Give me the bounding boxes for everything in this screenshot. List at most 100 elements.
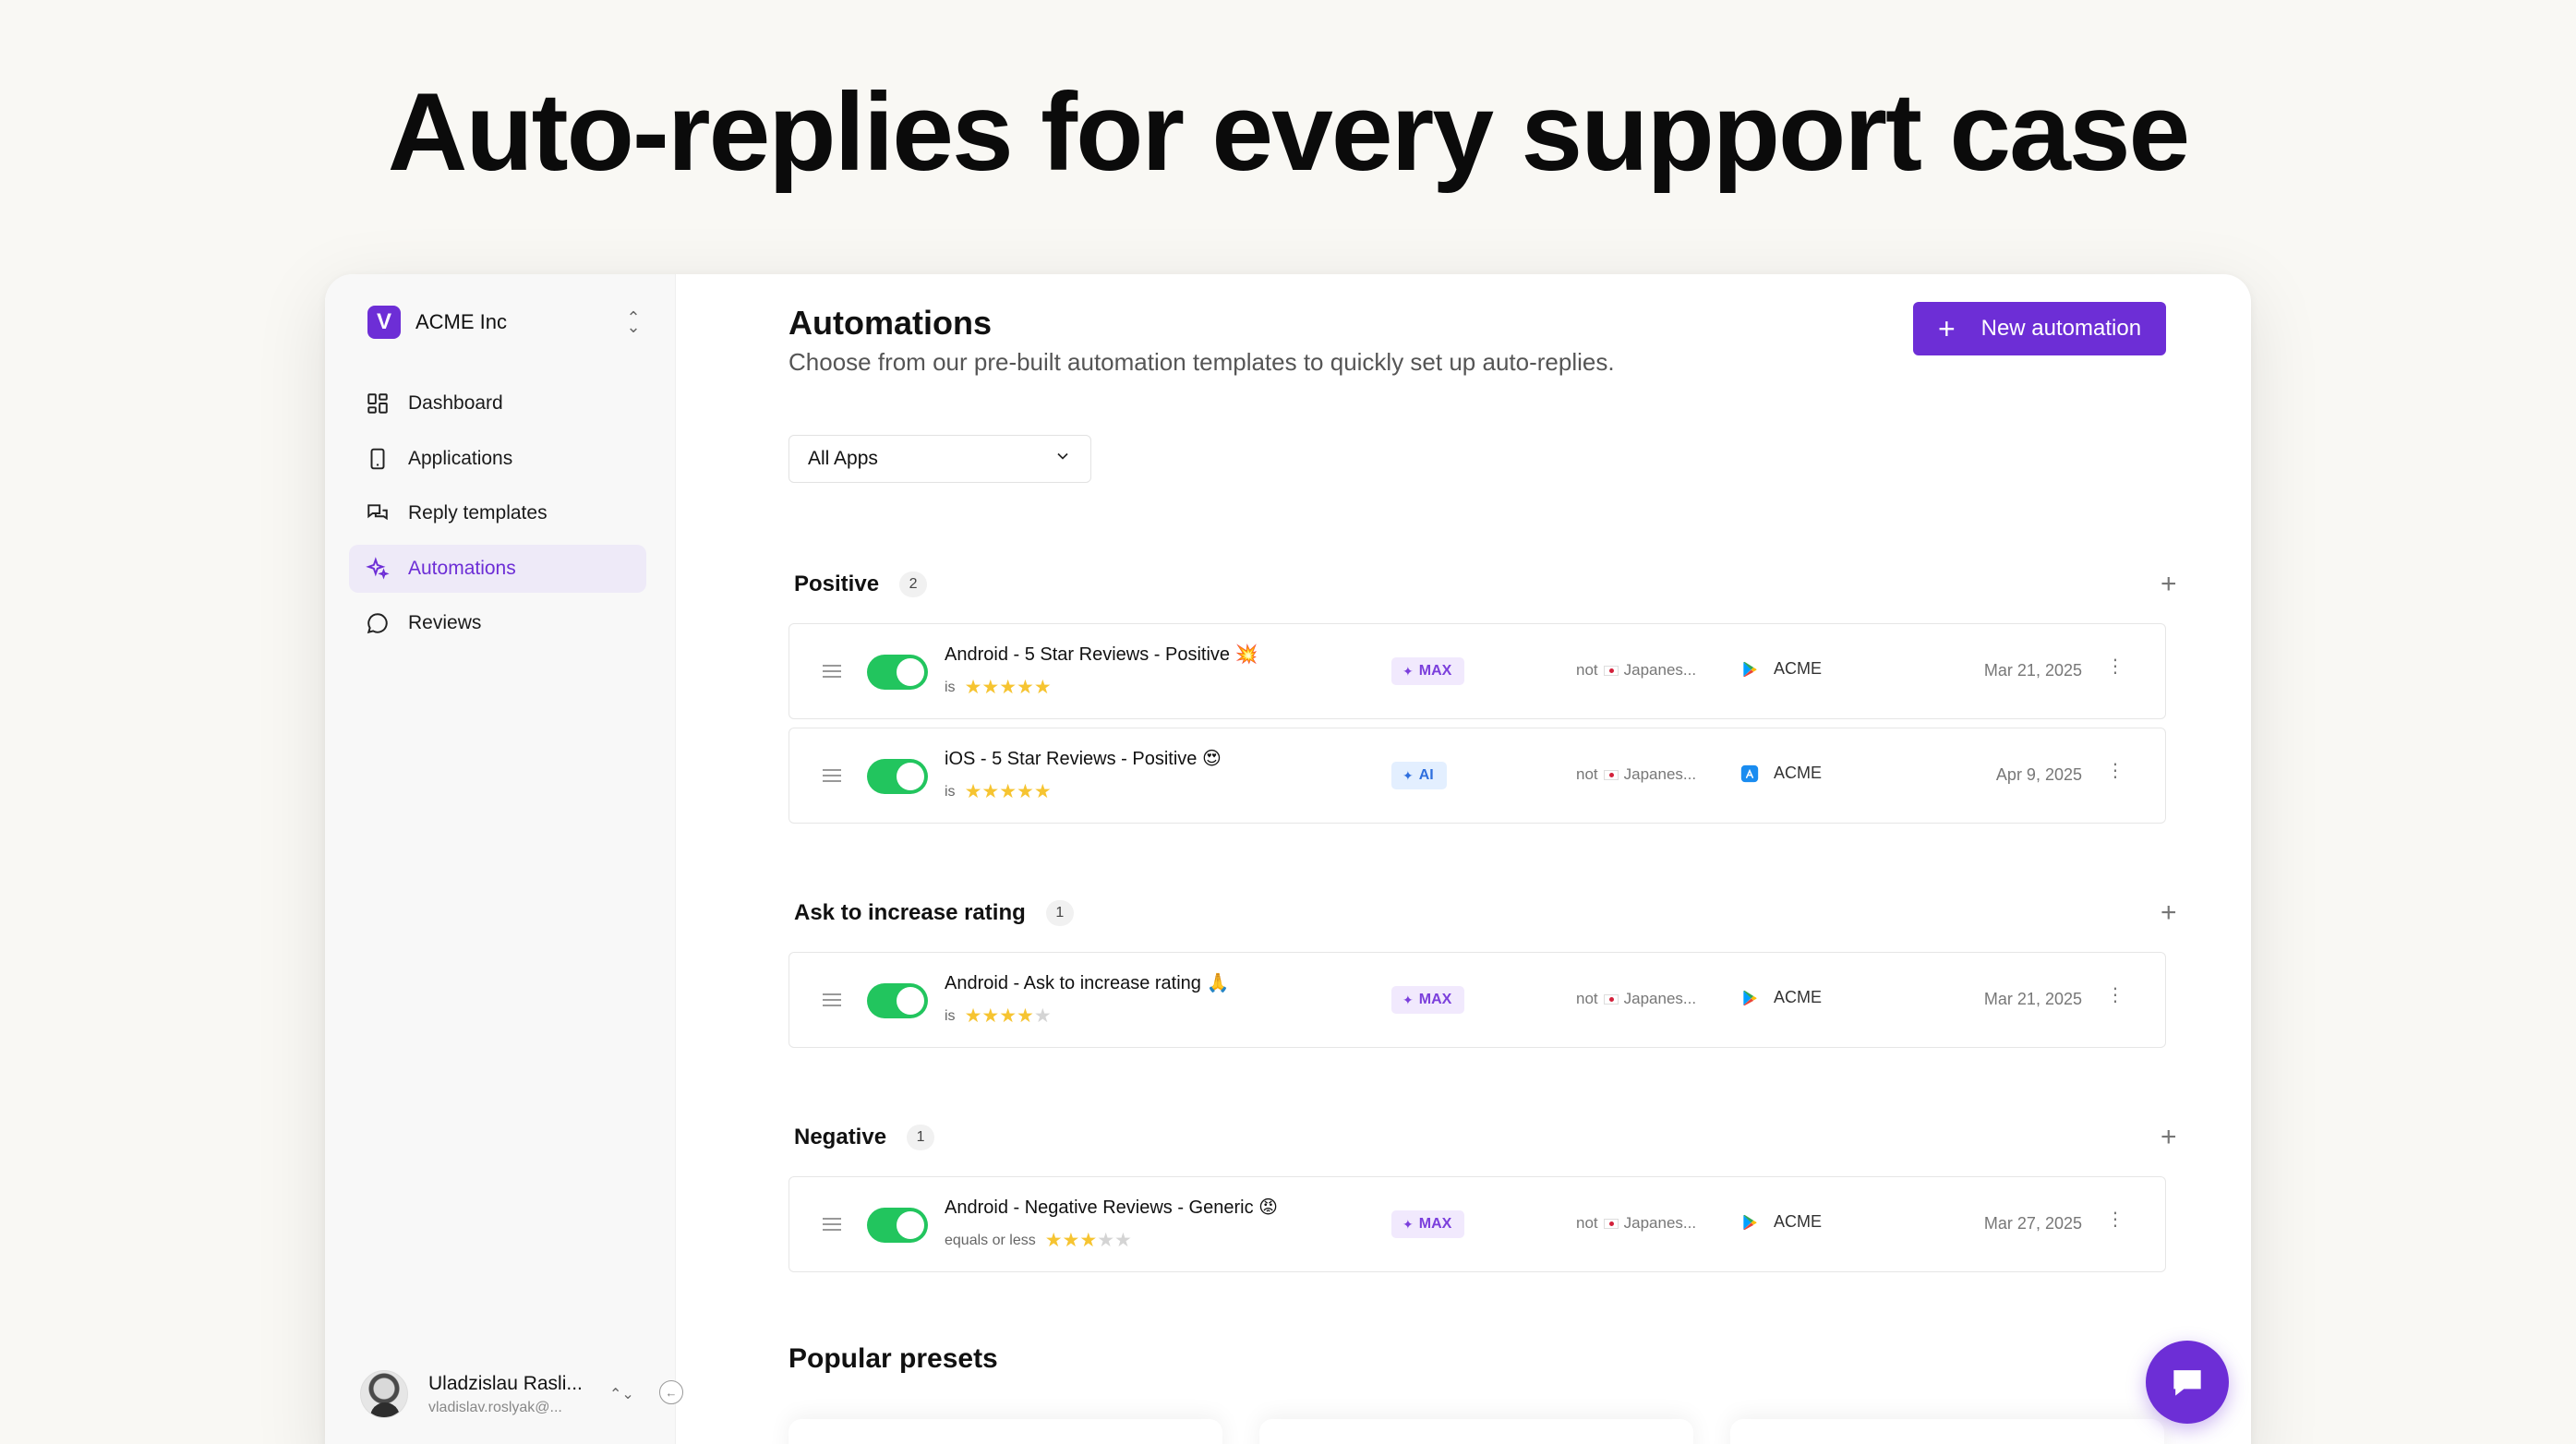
enable-toggle[interactable] xyxy=(867,655,928,690)
main-content: Automations Choose from our pre-built au… xyxy=(676,274,2251,1444)
app-filter-select[interactable]: All Apps xyxy=(788,435,1091,483)
language-filter: not Japanes... xyxy=(1576,765,1696,784)
add-to-group-icon[interactable]: + xyxy=(2161,1122,2177,1153)
language-filter: not Japanes... xyxy=(1576,661,1696,680)
japan-flag-icon xyxy=(1603,993,1619,1005)
drag-handle-icon[interactable] xyxy=(823,665,841,681)
avatar xyxy=(360,1370,408,1418)
org-switcher[interactable]: V ACME Inc ⌃ ⌄ xyxy=(367,306,644,339)
star-icon: ★ xyxy=(1017,677,1034,698)
rating-stars: ★★★★★ xyxy=(1045,1229,1132,1252)
user-menu[interactable]: Uladzislau Rasli... vladislav.roslyak@..… xyxy=(360,1368,656,1420)
star-icon: ★ xyxy=(1062,1230,1080,1251)
phone-icon xyxy=(366,447,390,471)
chat-support-button[interactable] xyxy=(2146,1341,2229,1424)
condition-label: is xyxy=(945,1007,956,1024)
enable-toggle[interactable] xyxy=(867,759,928,794)
new-automation-button[interactable]: + New automation xyxy=(1913,302,2166,355)
app-store-info: ACME xyxy=(1740,1212,1822,1232)
language-name: Japanes... xyxy=(1623,990,1697,1007)
language-prefix: not xyxy=(1576,765,1598,783)
automation-row[interactable]: iOS - 5 Star Reviews - Positive 😍 is ★★★★★… xyxy=(788,728,2166,824)
sidebar-item-label: Applications xyxy=(408,447,513,469)
model-badge-label: MAX xyxy=(1418,1216,1452,1232)
star-icon: ★ xyxy=(999,677,1017,698)
star-icon: ★ xyxy=(1044,1230,1063,1251)
org-logo: V xyxy=(367,306,401,339)
star-icon: ★ xyxy=(1033,781,1052,802)
more-options-icon[interactable]: ⋮ xyxy=(2106,986,2125,1005)
automation-name: iOS - 5 Star Reviews - Positive 😍 xyxy=(945,749,1222,769)
language-prefix: not xyxy=(1576,990,1598,1007)
star-icon: ★ xyxy=(981,1005,1000,1027)
app-name: ACME xyxy=(1774,764,1823,782)
model-badge-label: MAX xyxy=(1418,992,1452,1007)
chevron-down-icon xyxy=(1053,447,1072,471)
sidebar-item-automations[interactable]: Automations xyxy=(349,544,646,593)
automation-row[interactable]: Android - Negative Reviews - Generic 😡 eq… xyxy=(788,1176,2166,1272)
sidebar-item-label: Reviews xyxy=(408,612,482,633)
group-title: Positive xyxy=(794,572,880,596)
japan-flag-icon xyxy=(1603,769,1619,780)
star-icon: ★ xyxy=(1114,1230,1132,1251)
chevron-up-down-icon: ⌃⌄ xyxy=(626,308,641,336)
sidebar-item-label: Reply templates xyxy=(408,502,548,523)
created-date: Mar 27, 2025 xyxy=(1983,1214,2082,1233)
rating-condition: equals or less ★★★★★ xyxy=(945,1229,1132,1252)
chat-bubbles-icon xyxy=(366,501,390,525)
preset-card[interactable] xyxy=(788,1419,1222,1444)
user-name: Uladzislau Rasli... xyxy=(428,1372,583,1394)
enable-toggle[interactable] xyxy=(867,1208,928,1243)
automation-row[interactable]: Android - Ask to increase rating 🙏 is ★★★★… xyxy=(788,952,2166,1048)
group-title: Ask to increase rating xyxy=(794,900,1026,925)
google-play-icon xyxy=(1740,1213,1759,1232)
star-icon: ★ xyxy=(981,781,1000,802)
language-name: Japanes... xyxy=(1623,1214,1697,1232)
star-icon: ★ xyxy=(964,677,982,698)
star-icon: ★ xyxy=(1033,677,1052,698)
app-store-info: ACME xyxy=(1740,659,1822,679)
enable-toggle[interactable] xyxy=(867,983,928,1018)
page-subtitle: Choose from our pre-built automation tem… xyxy=(788,348,1615,376)
star-icon: ★ xyxy=(964,781,982,802)
more-options-icon[interactable]: ⋮ xyxy=(2106,1210,2125,1229)
preset-card[interactable] xyxy=(1730,1419,2164,1444)
drag-handle-icon[interactable] xyxy=(823,993,841,1010)
headline: Auto-replies for every support case xyxy=(387,70,2191,194)
model-badge: ✦ AI xyxy=(1391,762,1447,789)
more-options-icon[interactable]: ⋮ xyxy=(2106,657,2125,676)
sidebar-item-applications[interactable]: Applications xyxy=(349,435,646,483)
add-to-group-icon[interactable]: + xyxy=(2161,569,2177,600)
org-name: ACME Inc xyxy=(415,310,508,333)
presets-title: Popular presets xyxy=(788,1343,998,1374)
user-email: vladislav.roslyak@... xyxy=(428,1399,562,1415)
chat-icon xyxy=(2173,1370,2201,1396)
add-to-group-icon[interactable]: + xyxy=(2161,897,2177,929)
condition-label: is xyxy=(945,783,956,800)
sidebar-item-dashboard[interactable]: Dashboard xyxy=(349,379,646,427)
group-title: Negative xyxy=(794,1125,887,1149)
created-date: Mar 21, 2025 xyxy=(1983,990,2082,1008)
preset-card[interactable] xyxy=(1259,1419,1693,1444)
chevron-up-down-icon: ⌃⌄ xyxy=(609,1387,634,1402)
rating-condition: is ★★★★★ xyxy=(945,676,1052,699)
sidebar-item-reply-templates[interactable]: Reply templates xyxy=(349,489,646,537)
rating-stars: ★★★★★ xyxy=(965,1005,1052,1028)
automation-row[interactable]: Android - 5 Star Reviews - Positive 💥 is ★… xyxy=(788,623,2166,719)
group-header: Positive 2 + xyxy=(794,568,2234,601)
star-icon: ★ xyxy=(1017,781,1034,802)
model-badge: ✦ MAX xyxy=(1391,657,1465,685)
app-name: ACME xyxy=(1774,659,1823,678)
created-date: Apr 9, 2025 xyxy=(1995,765,2082,784)
drag-handle-icon[interactable] xyxy=(823,1218,841,1234)
group-header: Negative 1 + xyxy=(794,1121,2234,1154)
star-icon: ★ xyxy=(1079,1230,1098,1251)
more-options-icon[interactable]: ⋮ xyxy=(2106,762,2125,780)
sparkle-icon: ✦ xyxy=(1402,767,1414,783)
language-name: Japanes... xyxy=(1623,765,1697,783)
sidebar-item-reviews[interactable]: Reviews xyxy=(349,599,646,647)
drag-handle-icon[interactable] xyxy=(823,769,841,786)
sidebar: V ACME Inc ⌃ ⌄ Dashboard Applications Re… xyxy=(325,274,676,1444)
app-store-info: ACME xyxy=(1740,988,1822,1007)
automation-name: Android - Ask to increase rating 🙏 xyxy=(945,973,1230,993)
